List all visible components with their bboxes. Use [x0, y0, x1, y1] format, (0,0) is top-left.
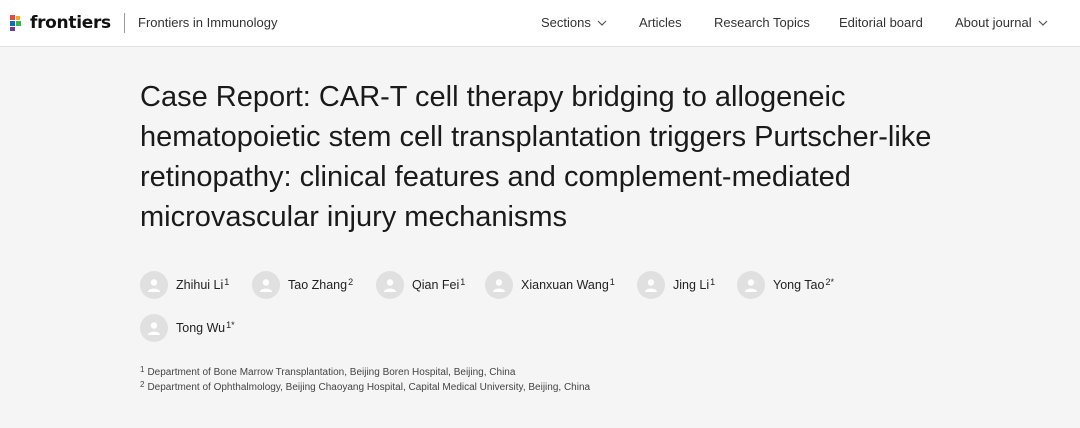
- affiliation-1: 1 Department of Bone Marrow Transplantati…: [140, 365, 516, 378]
- author-tao-zhang[interactable]: Tao Zhang 2: [252, 270, 353, 300]
- author-affiliation-marker: 1: [710, 277, 716, 287]
- affiliation-text: Department of Ophthalmology, Beijing Cha…: [147, 382, 591, 393]
- affiliation-2: 2 Department of Ophthalmology, Beijing Ch…: [140, 380, 591, 393]
- author-zhihui-li[interactable]: Zhihui Li 1: [140, 270, 229, 300]
- author-name: Tao Zhang: [288, 278, 348, 292]
- user-icon: [148, 279, 160, 292]
- author-jing-li[interactable]: Jing Li 1: [637, 270, 715, 300]
- top-navigation-bar: frontiers Frontiers in Immunology Sectio…: [0, 0, 1080, 47]
- chevron-down-icon: [597, 20, 607, 26]
- avatar: [140, 314, 168, 342]
- frontiers-logo-icon: [10, 15, 21, 31]
- author-affiliation-marker: 2*: [825, 277, 834, 287]
- journal-name-link[interactable]: Frontiers in Immunology: [138, 15, 277, 30]
- author-affiliation-marker: 1: [609, 277, 615, 287]
- author-name: Zhihui Li: [176, 278, 224, 292]
- author-affiliation-marker: 1*: [226, 320, 235, 330]
- author-name: Tong Wu: [176, 321, 226, 335]
- author-name: Yong Tao: [773, 278, 825, 292]
- author-yong-tao[interactable]: Yong Tao 2*: [737, 270, 834, 300]
- author-tong-wu[interactable]: Tong Wu 1*: [140, 313, 235, 343]
- nav-articles[interactable]: Articles: [639, 15, 682, 30]
- avatar: [140, 271, 168, 299]
- affiliation-number: 2: [140, 380, 145, 389]
- nav-editorial-board-label: Editorial board: [839, 15, 923, 30]
- avatar: [737, 271, 765, 299]
- affiliation-number: 1: [140, 365, 145, 374]
- user-icon: [493, 279, 505, 292]
- nav-editorial-board[interactable]: Editorial board: [839, 15, 923, 30]
- frontiers-logo[interactable]: frontiers: [9, 12, 111, 34]
- author-name: Xianxuan Wang: [521, 278, 609, 292]
- chevron-down-icon: [1038, 20, 1048, 26]
- author-qian-fei[interactable]: Qian Fei 1: [376, 270, 465, 300]
- nav-research-topics[interactable]: Research Topics: [714, 15, 810, 30]
- author-affiliation-marker: 1: [460, 277, 466, 287]
- author-name: Qian Fei: [412, 278, 460, 292]
- header-divider: [124, 13, 125, 33]
- avatar: [376, 271, 404, 299]
- user-icon: [384, 279, 396, 292]
- nav-about-journal-label: About journal: [955, 15, 1032, 30]
- avatar: [637, 271, 665, 299]
- article-title: Case Report: CAR-T cell therapy bridging…: [140, 81, 932, 233]
- nav-research-topics-label: Research Topics: [714, 15, 810, 30]
- author-name: Jing Li: [673, 278, 710, 292]
- avatar: [252, 271, 280, 299]
- logo-text: frontiers: [30, 13, 111, 33]
- author-affiliation-marker: 2: [348, 277, 354, 287]
- nav-sections[interactable]: Sections: [541, 15, 607, 30]
- author-affiliation-marker: 1: [224, 277, 230, 287]
- nav-sections-label: Sections: [541, 15, 591, 30]
- nav-articles-label: Articles: [639, 15, 682, 30]
- author-xianxuan-wang[interactable]: Xianxuan Wang 1: [485, 270, 615, 300]
- user-icon: [745, 279, 757, 292]
- user-icon: [645, 279, 657, 292]
- avatar: [485, 271, 513, 299]
- user-icon: [260, 279, 272, 292]
- nav-about-journal[interactable]: About journal: [955, 15, 1048, 30]
- affiliation-text: Department of Bone Marrow Transplantatio…: [147, 367, 516, 378]
- user-icon: [148, 322, 160, 335]
